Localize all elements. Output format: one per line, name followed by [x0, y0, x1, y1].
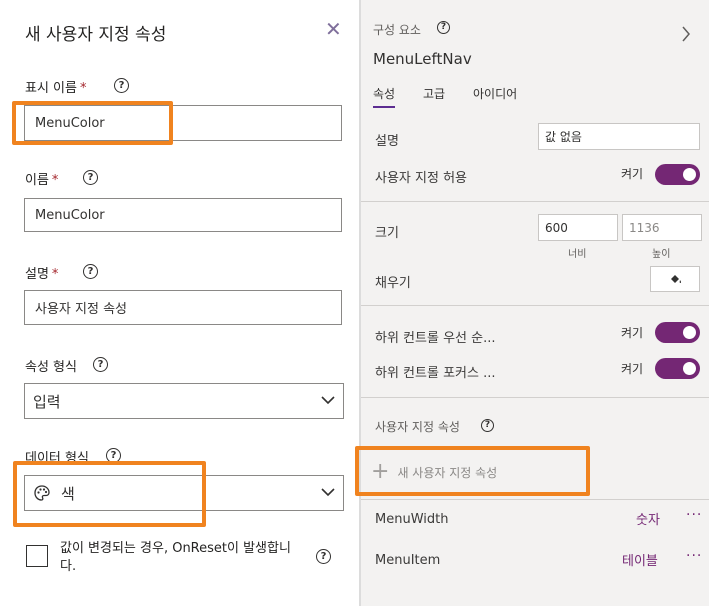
- child-tab-order-state: 켜기: [621, 326, 644, 340]
- name-label: 이름 *: [25, 173, 59, 188]
- description-input[interactable]: 사용자 지정 속성: [24, 290, 342, 325]
- width-input[interactable]: 600: [538, 214, 618, 241]
- property-type-help-icon[interactable]: ?: [93, 357, 108, 372]
- component-name: MenuLeftNav: [373, 50, 472, 68]
- allow-custom-label: 사용자 지정 허용: [375, 171, 467, 186]
- more-options-icon[interactable]: ···: [686, 548, 702, 564]
- section-divider: [361, 305, 709, 306]
- width-caption: 너비: [568, 249, 587, 260]
- custom-property-type: 테이블: [622, 554, 658, 569]
- child-focus-state: 켜기: [621, 362, 644, 376]
- name-input[interactable]: MenuColor: [24, 198, 342, 232]
- section-divider: [361, 397, 709, 398]
- child-tab-order-toggle[interactable]: [655, 322, 700, 343]
- description-label: 설명 *: [25, 267, 59, 282]
- name-help-icon[interactable]: ?: [83, 170, 98, 185]
- list-item[interactable]: MenuItem 테이블 ···: [361, 540, 709, 580]
- height-input[interactable]: 1136: [622, 214, 702, 241]
- component-description-label: 설명: [375, 134, 399, 149]
- component-description-input[interactable]: 값 없음: [538, 123, 700, 150]
- tab-advanced[interactable]: 고급: [423, 85, 445, 102]
- custom-property-type: 숫자: [636, 513, 660, 528]
- fill-label: 채우기: [375, 276, 411, 291]
- component-help-icon[interactable]: ?: [437, 21, 450, 34]
- chevron-right-icon[interactable]: [681, 26, 691, 42]
- allow-custom-toggle[interactable]: [655, 164, 700, 185]
- more-options-icon[interactable]: ···: [686, 507, 702, 523]
- data-type-highlight: [13, 461, 206, 527]
- fill-color-button[interactable]: [650, 266, 700, 292]
- custom-properties-help-icon[interactable]: ?: [481, 419, 494, 432]
- tab-properties[interactable]: 속성: [373, 85, 396, 108]
- component-properties-pane: 구성 요소 ? MenuLeftNav 속성 고급 아이디어 설명 값 없음 사…: [355, 0, 709, 606]
- height-caption: 높이: [652, 249, 671, 260]
- allow-custom-state: 켜기: [621, 167, 644, 181]
- section-divider: [361, 201, 709, 202]
- child-tab-order-label: 하위 컨트롤 우선 순...: [375, 331, 496, 346]
- new-custom-property-panel: 새 사용자 지정 속성 ✕ 표시 이름 * ? MenuColor 이름 * ? M…: [0, 0, 360, 606]
- close-icon[interactable]: ✕: [325, 19, 342, 39]
- property-type-dropdown[interactable]: 입력: [24, 383, 344, 419]
- tab-ideas[interactable]: 아이디어: [473, 85, 517, 102]
- display-name-help-icon[interactable]: ?: [114, 78, 129, 93]
- list-item[interactable]: MenuWidth 숫자 ···: [361, 500, 709, 540]
- chevron-down-icon: [321, 488, 335, 497]
- custom-property-name: MenuItem: [375, 553, 441, 568]
- custom-properties-label: 사용자 지정 속성: [375, 420, 460, 434]
- custom-property-name: MenuWidth: [375, 512, 449, 527]
- property-type-label: 속성 형식: [25, 360, 77, 375]
- panel-title: 새 사용자 지정 속성: [25, 25, 167, 45]
- chevron-down-icon: [321, 396, 335, 405]
- onreset-help-icon[interactable]: ?: [316, 549, 331, 564]
- onreset-checkbox[interactable]: [26, 545, 48, 567]
- add-custom-property-highlight: [355, 446, 590, 496]
- child-focus-label: 하위 컨트롤 포커스 ...: [375, 366, 496, 381]
- component-section-label: 구성 요소: [373, 23, 421, 37]
- paint-bucket-icon: [671, 275, 682, 283]
- display-name-highlight: [12, 101, 173, 145]
- onreset-label: 값이 변경되는 경우, OnReset이 발생합니 다.: [60, 541, 291, 574]
- property-type-value: 입력: [33, 392, 61, 411]
- size-label: 크기: [375, 226, 399, 241]
- display-name-label: 표시 이름 *: [25, 81, 87, 96]
- child-focus-toggle[interactable]: [655, 358, 700, 379]
- description-help-icon[interactable]: ?: [83, 264, 98, 279]
